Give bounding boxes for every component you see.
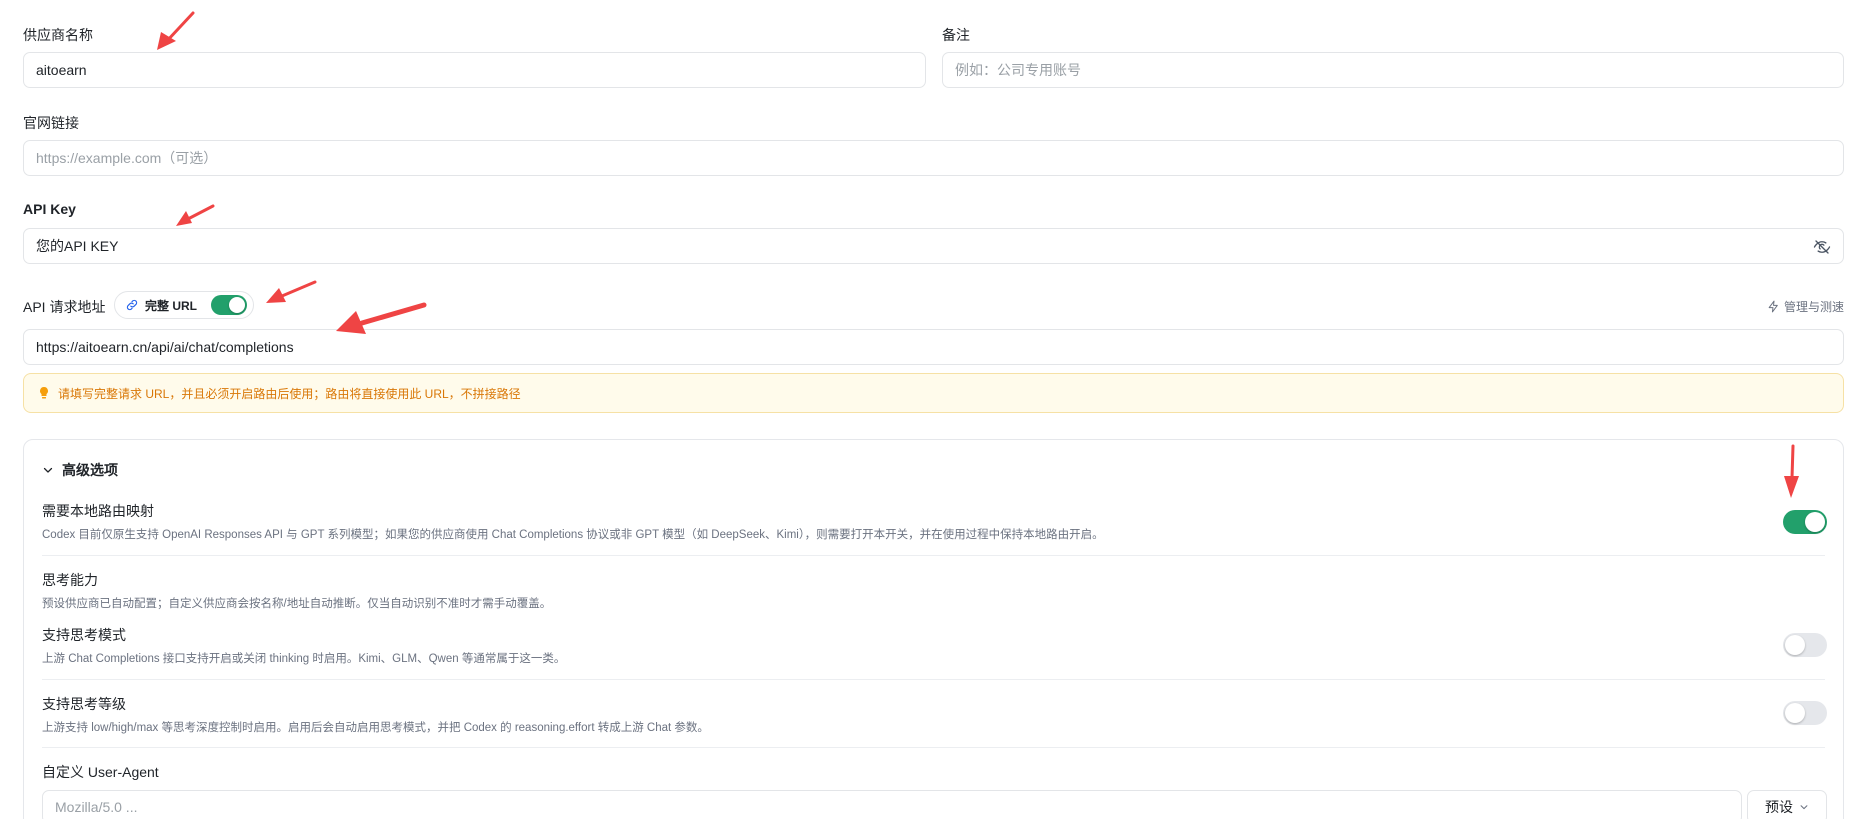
local-routing-desc: Codex 目前仅原生支持 OpenAI Responses API 与 GPT… (42, 529, 1104, 541)
chevron-down-icon (1800, 805, 1808, 810)
full-url-toggle-pill[interactable]: 完整 URL (114, 291, 254, 319)
provider-form-page: 供应商名称 aitoearn 备注 例如：公司专用账号 官网链接 https:/… (0, 0, 1858, 819)
thinking-title: 思考能力 (42, 572, 98, 588)
local-routing-switch[interactable] (1783, 510, 1827, 534)
thinking-level-desc: 上游支持 low/high/max 等思考深度控制时启用。启用后会自动启用思考模… (42, 722, 709, 734)
full-url-switch[interactable] (211, 295, 247, 315)
lightning-icon (1768, 300, 1778, 313)
advanced-options-title: 高级选项 (62, 462, 118, 478)
thinking-mode-title: 支持思考模式 (42, 627, 126, 643)
annotation-arrow (176, 204, 215, 226)
divider (42, 679, 1825, 680)
api-key-value: 您的API KEY (36, 238, 119, 254)
annotation-arrow (157, 11, 195, 50)
preset-label: 预设 (1765, 799, 1793, 815)
thinking-mode-switch[interactable] (1783, 633, 1827, 657)
website-input[interactable]: https://example.com（可选） (23, 140, 1844, 176)
manage-speedtest-label: 管理与测速 (1783, 300, 1844, 314)
user-agent-input[interactable]: Mozilla/5.0 ... (42, 790, 1742, 819)
link-icon (126, 299, 138, 311)
remark-label: 备注 (942, 27, 970, 43)
notice-text: 请填写完整请求 URL，并且必须开启路由后使用；路由将直接使用此 URL，不拼接… (58, 386, 521, 401)
api-url-label: API 请求地址 (23, 299, 106, 315)
thinking-level-switch[interactable] (1783, 701, 1827, 725)
provider-name-input[interactable]: aitoearn (23, 52, 926, 88)
remark-input[interactable]: 例如：公司专用账号 (942, 52, 1844, 88)
api-url-input[interactable]: https://aitoearn.cn/api/ai/chat/completi… (23, 329, 1844, 365)
advanced-options-panel: 高级选项 需要本地路由映射 Codex 目前仅原生支持 OpenAI Respo… (23, 439, 1844, 819)
thinking-desc: 预设供应商已自动配置；自定义供应商会按名称/地址自动推断。仅当自动识别不准时才需… (42, 598, 552, 610)
website-label: 官网链接 (23, 115, 79, 131)
local-routing-title: 需要本地路由映射 (42, 503, 154, 519)
full-url-label: 完整 URL (145, 298, 197, 313)
preset-dropdown-button[interactable]: 预设 (1747, 790, 1827, 819)
url-notice-banner: 请填写完整请求 URL，并且必须开启路由后使用；路由将直接使用此 URL，不拼接… (23, 373, 1844, 413)
api-key-label: API Key (23, 201, 76, 217)
api-key-input[interactable]: 您的API KEY (23, 228, 1844, 264)
divider (42, 555, 1825, 556)
provider-name-label: 供应商名称 (23, 27, 93, 43)
thinking-level-title: 支持思考等级 (42, 696, 126, 712)
manage-speedtest-link[interactable]: 管理与测速 (1767, 298, 1844, 315)
thinking-mode-desc: 上游 Chat Completions 接口支持开启或关闭 thinking 时… (42, 653, 566, 665)
annotation-arrow (266, 280, 317, 303)
divider (42, 747, 1825, 748)
chevron-down-icon (43, 467, 53, 473)
user-agent-title: 自定义 User-Agent (42, 764, 159, 780)
lightbulb-icon (40, 387, 48, 399)
eye-off-icon[interactable] (1813, 238, 1831, 256)
advanced-options-header[interactable]: 高级选项 (42, 460, 118, 480)
